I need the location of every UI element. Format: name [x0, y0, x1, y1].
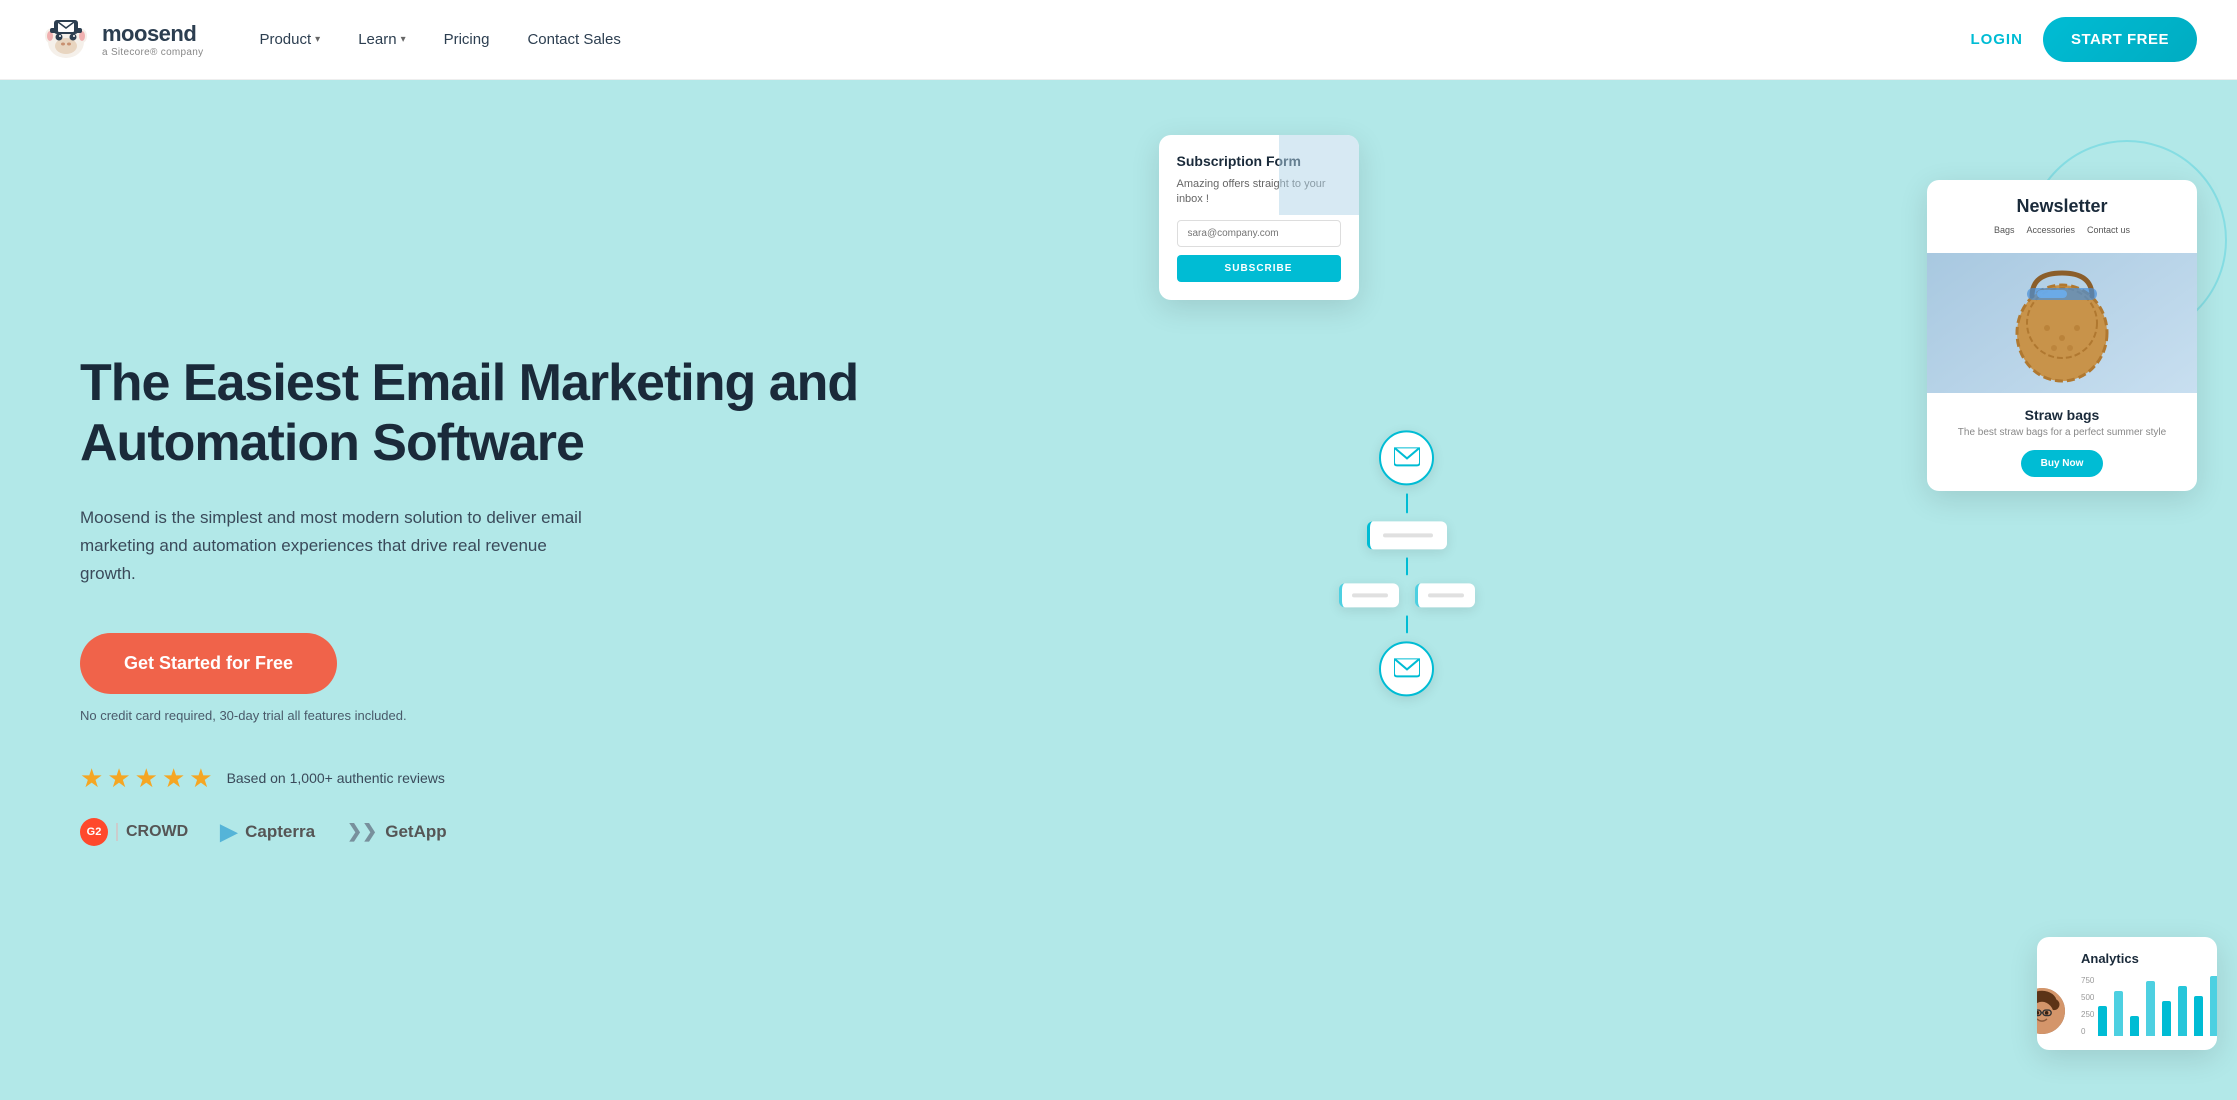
- start-free-button[interactable]: START FREE: [2043, 17, 2197, 62]
- nav-pricing[interactable]: Pricing: [428, 23, 506, 56]
- nav-learn[interactable]: Learn ▾: [342, 23, 421, 56]
- hero-right: Subscription Form Amazing offers straigh…: [1119, 80, 2237, 1100]
- bar-7: [2210, 976, 2217, 1036]
- flow-bar-1: [1383, 533, 1433, 537]
- capterra-label: Capterra: [245, 822, 315, 842]
- bar-6: [2194, 996, 2203, 1036]
- getapp-badge: ❯❯ GetApp: [347, 821, 447, 842]
- newsletter-product-image: [1927, 253, 2197, 393]
- learn-arrow-icon: ▾: [401, 34, 406, 45]
- nav-product[interactable]: Product ▾: [243, 23, 336, 56]
- getapp-label: GetApp: [385, 822, 446, 842]
- analytics-card: Analytics 750 500 250 0: [2037, 937, 2217, 1050]
- logo-link[interactable]: moosend a Sitecore® company: [40, 14, 203, 66]
- newsletter-body: Straw bags The best straw bags for a per…: [1927, 393, 2197, 491]
- flow-branch-left: [1339, 583, 1399, 607]
- bar-3: [2146, 981, 2155, 1036]
- cta-subtitle: No credit card required, 30-day trial al…: [80, 708, 1059, 723]
- analytics-chart: 750 500 250 0: [2081, 976, 2203, 1036]
- bar-1: [2114, 991, 2123, 1036]
- navbar: moosend a Sitecore® company Product ▾ Le…: [0, 0, 2237, 80]
- y-axis-labels: 750 500 250 0: [2081, 976, 2094, 1036]
- bar-0: [2098, 1006, 2107, 1036]
- nav-contact-sales[interactable]: Contact Sales: [511, 23, 636, 56]
- newsletter-header: Newsletter Bags Accessories Contact us: [1927, 180, 2197, 253]
- g2-badge: G2 CROWD: [80, 818, 188, 846]
- badges-row: G2 CROWD ▶ Capterra ❯❯ GetApp: [80, 818, 1059, 846]
- star-4: ★: [162, 763, 185, 794]
- flow-line-1: [1406, 493, 1408, 513]
- hero-description: Moosend is the simplest and most modern …: [80, 504, 600, 588]
- analytics-title: Analytics: [2081, 951, 2203, 966]
- nl-nav-accessories[interactable]: Accessories: [2026, 225, 2075, 235]
- flow-line-3: [1406, 615, 1408, 633]
- star-5: ★: [189, 763, 212, 794]
- star-rating: ★ ★ ★ ★ ★: [80, 763, 213, 794]
- nav-links: Product ▾ Learn ▾ Pricing Contact Sales: [243, 23, 1970, 56]
- analytics-avatar: [2037, 986, 2067, 1036]
- bar-chart: [2098, 976, 2217, 1036]
- subscription-form-card: Subscription Form Amazing offers straigh…: [1159, 135, 1359, 300]
- flow-branch: [1339, 583, 1475, 607]
- g2-icon: G2: [80, 818, 108, 846]
- avatar-svg: [2037, 986, 2065, 1036]
- star-2: ★: [107, 763, 130, 794]
- flow-node-mid1: [1367, 521, 1447, 549]
- login-button[interactable]: LOGIN: [1970, 31, 2023, 48]
- star-3: ★: [135, 763, 158, 794]
- nl-nav-bags[interactable]: Bags: [1994, 225, 2015, 235]
- sub-card-bg: [1279, 135, 1359, 215]
- nl-nav-contact[interactable]: Contact us: [2087, 225, 2130, 235]
- nl-product-title: Straw bags: [1943, 407, 2181, 423]
- capterra-badge: ▶ Capterra: [220, 819, 315, 845]
- logo-subtitle: a Sitecore® company: [102, 47, 203, 58]
- capterra-icon: ▶: [220, 819, 237, 845]
- flow-node-bottom: [1379, 641, 1434, 696]
- automation-flow: [1339, 430, 1475, 696]
- star-1: ★: [80, 763, 103, 794]
- flow-line-2: [1406, 557, 1408, 575]
- product-arrow-icon: ▾: [315, 34, 320, 45]
- flow-branch-right: [1415, 583, 1475, 607]
- sub-subscribe-button[interactable]: SUBSCRIBE: [1177, 255, 1341, 282]
- flow-node-top: [1379, 430, 1434, 485]
- nav-right: LOGIN START FREE: [1970, 17, 2197, 62]
- buy-now-button[interactable]: Buy Now: [2021, 450, 2104, 477]
- straw-bag-svg: [2002, 258, 2122, 388]
- flow-bar-3: [1428, 593, 1464, 597]
- bar-2: [2130, 1016, 2139, 1036]
- logo-icon: [40, 14, 92, 66]
- flow-envelope-icon: [1394, 658, 1420, 680]
- flow-bar-2: [1352, 593, 1388, 597]
- bar-4: [2162, 1001, 2171, 1036]
- newsletter-card: Newsletter Bags Accessories Contact us: [1927, 180, 2197, 491]
- rating-row: ★ ★ ★ ★ ★ Based on 1,000+ authentic revi…: [80, 763, 1059, 794]
- hero-left: The Easiest Email Marketing and Automati…: [0, 80, 1119, 1100]
- sub-email-input[interactable]: [1177, 220, 1341, 247]
- g2-label: CROWD: [116, 823, 188, 841]
- hero-title: The Easiest Email Marketing and Automati…: [80, 354, 1059, 474]
- getapp-icon: ❯❯: [347, 821, 377, 842]
- newsletter-nav: Bags Accessories Contact us: [1943, 225, 2181, 235]
- flow-email-icon: [1394, 447, 1420, 469]
- newsletter-title: Newsletter: [1943, 196, 2181, 217]
- logo-name: moosend: [102, 21, 203, 47]
- get-started-button[interactable]: Get Started for Free: [80, 633, 337, 694]
- rating-text: Based on 1,000+ authentic reviews: [227, 770, 445, 786]
- hero-section: The Easiest Email Marketing and Automati…: [0, 80, 2237, 1100]
- nl-product-desc: The best straw bags for a perfect summer…: [1943, 427, 2181, 438]
- bar-5: [2178, 986, 2187, 1036]
